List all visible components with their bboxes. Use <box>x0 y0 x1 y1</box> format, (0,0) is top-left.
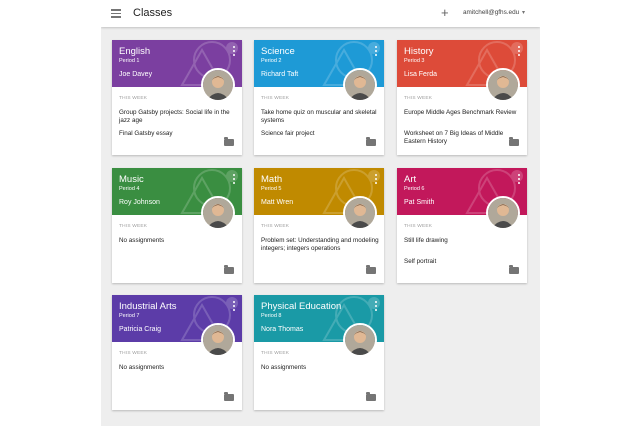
class-card[interactable]: Music Period 4 Roy Johnson THIS WEEK No assi… <box>112 168 242 283</box>
assignment-link[interactable]: Science fair project <box>261 130 379 138</box>
teacher-avatar <box>201 68 235 102</box>
more-vert-icon[interactable] <box>375 301 378 311</box>
teacher-avatar <box>201 323 235 357</box>
class-period: Period 4 <box>119 186 140 192</box>
teacher-name: Lisa Ferda <box>404 71 438 78</box>
folder-icon[interactable] <box>509 137 519 146</box>
class-period: Period 7 <box>119 313 140 319</box>
assignment-link[interactable]: Group Gatsby projects: Social life in th… <box>119 109 237 125</box>
assignment-link[interactable]: Europe Middle Ages Benchmark Review <box>404 109 522 117</box>
teacher-avatar <box>343 68 377 102</box>
classroom-app: Classes + amitchell@gfhs.edu ▾ English Pe… <box>101 0 540 426</box>
this-week-label: THIS WEEK <box>404 96 433 101</box>
teacher-avatar <box>486 68 520 102</box>
more-vert-icon[interactable] <box>233 174 236 184</box>
this-week-label: THIS WEEK <box>261 96 290 101</box>
class-card[interactable]: Industrial Arts Period 7 Patricia Craig THI… <box>112 295 242 410</box>
folder-icon[interactable] <box>224 265 234 274</box>
class-period: Period 5 <box>261 186 282 192</box>
teacher-name: Joe Davey <box>119 71 153 78</box>
teacher-name: Matt Wren <box>261 199 294 206</box>
plus-icon[interactable]: + <box>441 5 449 21</box>
folder-icon[interactable] <box>366 265 376 274</box>
no-assignments-text: No assignments <box>119 364 165 371</box>
class-card[interactable]: English Period 1 Joe Davey THIS WEEK Group G… <box>112 40 242 155</box>
teacher-name: Richard Taft <box>261 71 299 78</box>
class-name[interactable]: Physical Education <box>261 301 341 312</box>
folder-icon[interactable] <box>509 265 519 274</box>
more-vert-icon[interactable] <box>518 46 521 56</box>
assignment-link[interactable]: Final Gatsby essay <box>119 130 237 138</box>
folder-icon[interactable] <box>224 137 234 146</box>
teacher-name: Pat Smith <box>404 199 435 206</box>
teacher-avatar <box>343 323 377 357</box>
folder-icon[interactable] <box>366 137 376 146</box>
class-name[interactable]: Industrial Arts <box>119 301 177 312</box>
this-week-label: THIS WEEK <box>261 224 290 229</box>
assignment-link[interactable]: Problem set: Understanding and modeling … <box>261 237 379 253</box>
this-week-label: THIS WEEK <box>119 224 148 229</box>
account-email[interactable]: amitchell@gfhs.edu <box>463 9 519 16</box>
assignment-link[interactable]: Worksheet on 7 Big Ideas of Middle Easte… <box>404 130 522 146</box>
class-name[interactable]: Math <box>261 174 282 185</box>
teacher-avatar <box>201 196 235 230</box>
folder-icon[interactable] <box>224 392 234 401</box>
more-vert-icon[interactable] <box>233 46 236 56</box>
more-vert-icon[interactable] <box>518 174 521 184</box>
more-vert-icon[interactable] <box>375 46 378 56</box>
assignment-link[interactable]: Self portrait <box>404 258 522 266</box>
class-name[interactable]: History <box>404 46 434 57</box>
top-app-bar: Classes + amitchell@gfhs.edu ▾ <box>101 0 540 27</box>
class-period: Period 3 <box>404 58 425 64</box>
class-name[interactable]: Science <box>261 46 295 57</box>
class-period: Period 2 <box>261 58 282 64</box>
teacher-name: Roy Johnson <box>119 199 160 206</box>
page-title: Classes <box>133 7 173 19</box>
assignment-link[interactable]: Take home quiz on muscular and skeletal … <box>261 109 379 125</box>
class-card[interactable]: Science Period 2 Richard Taft THIS WEEK Take… <box>254 40 384 155</box>
this-week-label: THIS WEEK <box>261 351 290 356</box>
class-card[interactable]: Physical Education Period 8 Nora Thomas THI… <box>254 295 384 410</box>
class-name[interactable]: Music <box>119 174 144 185</box>
no-assignments-text: No assignments <box>119 237 165 244</box>
class-period: Period 8 <box>261 313 282 319</box>
this-week-label: THIS WEEK <box>404 224 433 229</box>
class-card[interactable]: Math Period 5 Matt Wren THIS WEEK Problem se… <box>254 168 384 283</box>
this-week-label: THIS WEEK <box>119 96 148 101</box>
folder-icon[interactable] <box>366 392 376 401</box>
no-assignments-text: No assignments <box>261 364 307 371</box>
teacher-name: Patricia Craig <box>119 326 162 333</box>
more-vert-icon[interactable] <box>233 301 236 311</box>
class-period: Period 1 <box>119 58 140 64</box>
chevron-down-icon[interactable]: ▾ <box>522 9 525 16</box>
class-card[interactable]: History Period 3 Lisa Ferda THIS WEEK Europe… <box>397 40 527 155</box>
teacher-avatar <box>486 196 520 230</box>
teacher-name: Nora Thomas <box>261 326 304 333</box>
assignment-link[interactable]: Still life drawing <box>404 237 522 245</box>
teacher-avatar <box>343 196 377 230</box>
class-card[interactable]: Art Period 6 Pat Smith THIS WEEK Still life … <box>397 168 527 283</box>
class-name[interactable]: English <box>119 46 150 57</box>
class-period: Period 6 <box>404 186 425 192</box>
this-week-label: THIS WEEK <box>119 351 148 356</box>
class-name[interactable]: Art <box>404 174 416 185</box>
menu-icon[interactable] <box>111 9 121 18</box>
more-vert-icon[interactable] <box>375 174 378 184</box>
